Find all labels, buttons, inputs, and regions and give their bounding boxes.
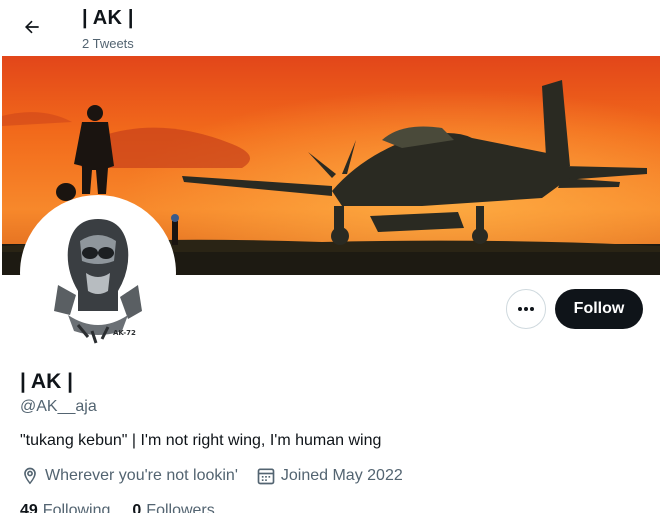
following-link[interactable]: 49 Following (20, 502, 110, 513)
followers-label: Followers (146, 502, 215, 513)
following-count: 49 (20, 502, 38, 513)
avatar-text: AK-72 (113, 329, 136, 337)
followers-count: 0 (132, 502, 142, 513)
joined-item: Joined May 2022 (256, 466, 403, 486)
profile-meta: Wherever you're not lookin' Joined May 2… (20, 466, 421, 486)
followers-link[interactable]: 0 Followers (132, 502, 214, 513)
location-item: Wherever you're not lookin' (20, 466, 238, 486)
arrow-left-icon (25, 20, 39, 34)
more-dots-icon (518, 307, 534, 311)
avatar-image: AK-72 (24, 199, 172, 347)
follow-button[interactable]: Follow (555, 289, 643, 329)
header-title: | AK | (82, 7, 134, 29)
location-pin-icon (24, 467, 36, 485)
follow-stats: 49 Following 0 Followers (20, 502, 237, 513)
user-handle: @AK__aja (20, 398, 97, 415)
more-button[interactable] (506, 289, 546, 329)
profile-header-bar: | AK | 2 Tweets (0, 0, 660, 56)
back-button[interactable] (14, 9, 50, 45)
display-name: | AK | (20, 370, 73, 393)
joined-text: Joined May 2022 (280, 467, 403, 484)
following-label: Following (42, 502, 111, 513)
avatar[interactable]: AK-72 (20, 195, 176, 351)
bio-text: "tukang kebun" | I'm not right wing, I'm… (20, 432, 382, 449)
tweet-count: 2 Tweets (82, 36, 134, 51)
location-text: Wherever you're not lookin' (45, 467, 238, 484)
calendar-icon (257, 468, 275, 485)
